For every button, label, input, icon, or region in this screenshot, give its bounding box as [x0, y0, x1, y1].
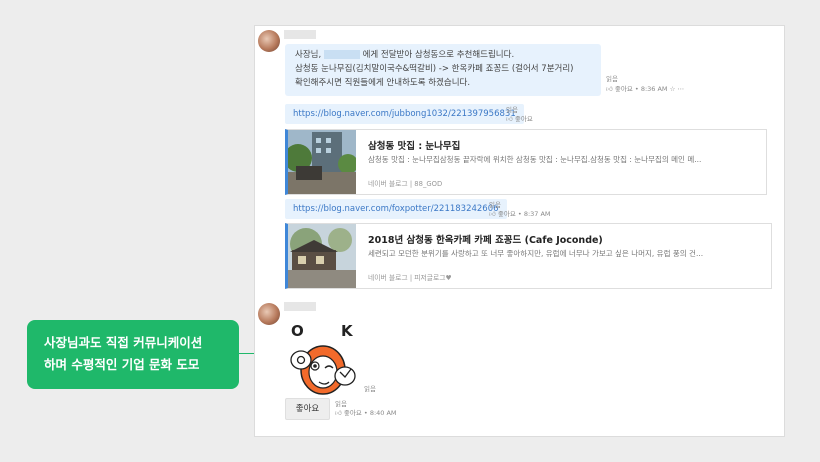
thumbs-up-icon[interactable]: 👍︎	[506, 115, 513, 123]
message-text: 에게 전달받아 삼청동으로 추천해드립니다.	[362, 50, 515, 60]
card-description: 세련되고 모던한 분위기를 사랑하고 또 너무 좋아하지만, 유럽에 너무나 가…	[368, 249, 704, 258]
preview-thumbnail	[288, 130, 356, 194]
like-label[interactable]: 좋아요	[615, 85, 633, 93]
sender-name-redacted	[284, 302, 316, 311]
timestamp: 8:37 AM	[523, 210, 551, 218]
read-status: 읽음	[606, 75, 618, 83]
sender-name-redacted	[284, 30, 316, 39]
avatar[interactable]	[258, 303, 280, 325]
link-url[interactable]: https://blog.naver.com/jubbong1032/22139…	[293, 109, 516, 119]
thumbs-up-icon[interactable]: 👍︎	[489, 210, 496, 218]
message-text: 확인해주시면 직원들에게 안내하도록 하겠습니다.	[295, 78, 471, 88]
redacted-name	[323, 50, 360, 59]
like-label[interactable]: 좋아요	[515, 115, 533, 123]
message-meta: 👍︎ 좋아요 • 8:37 AM	[489, 210, 551, 218]
sticker-letter-o: O	[291, 322, 304, 340]
timestamp: 8:40 AM	[369, 409, 397, 417]
message-meta: 👍︎ 좋아요	[506, 115, 533, 124]
like-reply-button[interactable]: 좋아요	[285, 398, 330, 420]
preview-thumbnail	[288, 224, 356, 288]
ok-sticker[interactable]: O K	[285, 320, 365, 398]
card-title[interactable]: 2018년 삼청동 한옥카페 카페 죠꽁드 (Cafe Joconde)	[368, 232, 603, 246]
card-description: 삼청동 맛집 : 눈나무집삼청동 끝자락에 위치한 삼청동 맛집 : 눈나무집.…	[368, 155, 702, 164]
star-icon[interactable]: ☆	[670, 85, 676, 93]
card-source: 네이버 블로그 | 88_GOD	[368, 180, 443, 188]
link-preview-card[interactable]: 삼청동 맛집 : 눈나무집 삼청동 맛집 : 눈나무집삼청동 끝자락에 위치한 …	[285, 129, 767, 195]
link-preview-card[interactable]: 2018년 삼청동 한옥카페 카페 죠꽁드 (Cafe Joconde) 세련되…	[285, 223, 772, 289]
link-url[interactable]: https://blog.naver.com/foxpotter/2211832…	[293, 204, 499, 214]
read-status: 읽음	[489, 201, 501, 209]
thumbs-up-icon[interactable]: 👍︎	[606, 85, 613, 93]
message-text: 삼청동 눈나무집(김치말이국수&떡갈비) -> 한옥카페 죠꽁드 (걸어서 7분…	[295, 64, 574, 74]
avatar[interactable]	[258, 30, 280, 52]
link-bubble[interactable]: https://blog.naver.com/foxpotter/2211832…	[285, 199, 507, 219]
sticker-letter-k: K	[341, 322, 354, 340]
like-label[interactable]: 좋아요	[498, 210, 516, 218]
read-status: 읽음	[335, 400, 347, 408]
card-source: 네이버 블로그 | 피저글로그♥	[368, 274, 452, 282]
message-meta: 👍︎ 좋아요 • 8:36 AM ☆ ⋯	[606, 85, 685, 93]
like-label[interactable]: 좋아요	[344, 409, 362, 417]
callout-line-1: 사장님과도 직접 커뮤니케이션	[44, 335, 203, 350]
read-status: 읽음	[506, 106, 518, 114]
link-bubble[interactable]: https://blog.naver.com/jubbong1032/22139…	[285, 104, 524, 124]
timestamp: 8:36 AM	[640, 85, 668, 93]
message-text: 사장님,	[295, 50, 322, 60]
callout-line-2: 하며 수평적인 기업 문화 도모	[44, 357, 200, 372]
thumbs-up-icon[interactable]: 👍︎	[335, 409, 342, 417]
read-status: 읽음	[364, 385, 376, 393]
feature-callout: 사장님과도 직접 커뮤니케이션 하며 수평적인 기업 문화 도모	[27, 320, 239, 389]
more-icon[interactable]: ⋯	[678, 85, 685, 93]
message-bubble[interactable]: 사장님, 에게 전달받아 삼청동으로 추천해드립니다. 삼청동 눈나무집(김치말…	[285, 44, 601, 96]
message-meta: 👍︎ 좋아요 • 8:40 AM	[335, 409, 397, 417]
card-title[interactable]: 삼청동 맛집 : 눈나무집	[368, 138, 460, 152]
